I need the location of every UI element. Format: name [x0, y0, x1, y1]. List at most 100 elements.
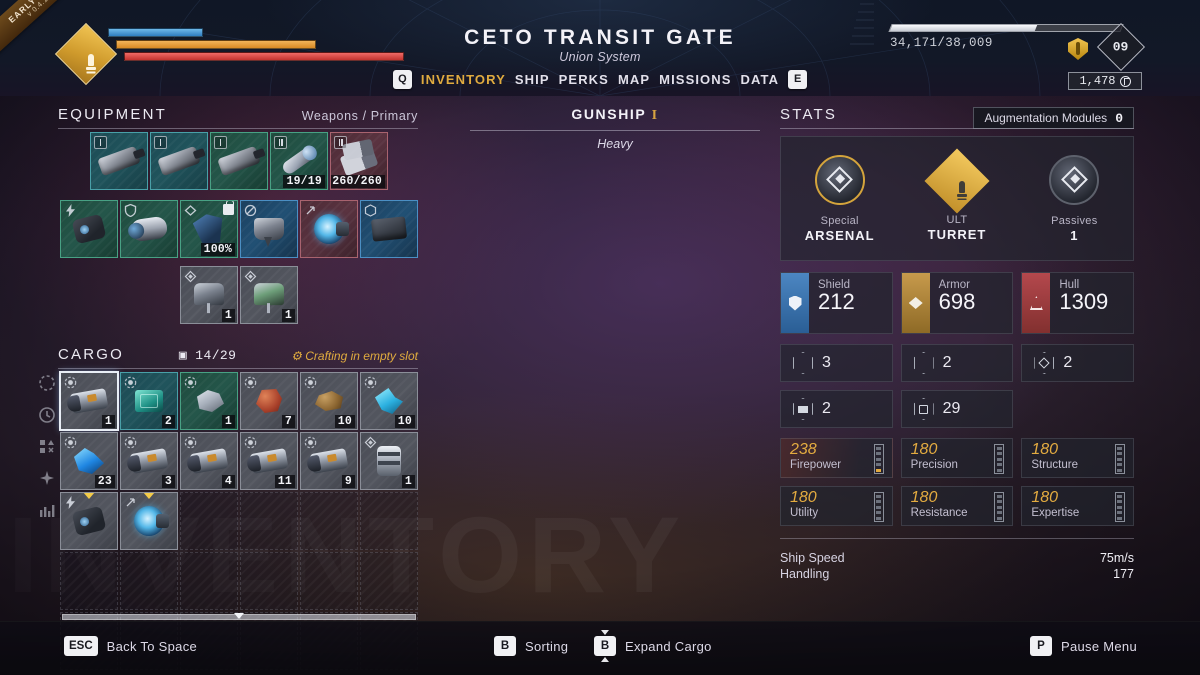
empty-cargo-slot[interactable]: [240, 492, 298, 550]
tab-data[interactable]: DATA: [741, 72, 780, 87]
fuel-cell[interactable]: 1: [59, 371, 119, 431]
empty-cargo-slot[interactable]: [360, 492, 418, 550]
rare-filter-icon[interactable]: [38, 470, 56, 488]
cargo-title: CARGO: [58, 346, 125, 363]
reactor-spare[interactable]: [60, 492, 118, 550]
tab-inventory[interactable]: INVENTORY: [421, 72, 506, 87]
armor-plating[interactable]: 100%: [180, 200, 238, 258]
empty-cargo-slot[interactable]: [300, 552, 358, 610]
empty-cargo-slot[interactable]: [180, 552, 238, 610]
empty-cargo-slot[interactable]: [60, 552, 118, 610]
item-quantity: 1: [221, 309, 235, 322]
shield-generator[interactable]: [120, 200, 178, 258]
pause-key: P: [1030, 636, 1052, 656]
data-chip[interactable]: 2: [120, 372, 178, 430]
armor-value: 698: [938, 289, 976, 314]
bars-2-icon: [913, 352, 934, 374]
primary-weapon-count-value: 3: [822, 354, 831, 371]
recent-filter-icon[interactable]: [38, 406, 56, 424]
tab-perks[interactable]: PERKS: [559, 72, 609, 87]
loadout-special[interactable]: Special ARSENAL: [790, 154, 890, 243]
circle-icon: [124, 376, 137, 389]
slot-hatching: [301, 493, 357, 549]
augmentation-modules-count: 0: [1115, 110, 1123, 126]
primary-weapon-1[interactable]: [90, 132, 148, 190]
boost-icon: [304, 204, 317, 217]
energy-core[interactable]: [300, 200, 358, 258]
equipment-header: EQUIPMENT Weapons / Primary: [58, 106, 418, 129]
item-art: [377, 446, 401, 476]
nav-next-key[interactable]: E: [788, 69, 808, 89]
item-quantity: 3: [161, 475, 175, 488]
tab-map[interactable]: MAP: [618, 72, 650, 87]
back-to-space-label: Back To Space: [106, 638, 198, 654]
cargo-capacity: ▣ 14/29: [179, 348, 236, 363]
precision-pips: [994, 444, 1005, 474]
tier-badge: [274, 136, 287, 149]
brown-ore[interactable]: 10: [300, 372, 358, 430]
equipment-title: EQUIPMENT: [58, 106, 167, 123]
stats-filter-icon[interactable]: [38, 502, 56, 520]
empty-cargo-slot[interactable]: [120, 552, 178, 610]
expertise-card: 180 Expertise: [1021, 486, 1134, 526]
item-quantity: 2: [161, 415, 175, 428]
hint-back-to-space[interactable]: ESC Back To Space: [64, 636, 197, 656]
thruster-module[interactable]: [240, 200, 298, 258]
fuel-cell-e[interactable]: 9: [300, 432, 358, 490]
empty-cargo-slot[interactable]: [240, 552, 298, 610]
tab-ship[interactable]: SHIP: [515, 72, 550, 87]
resources-filter-icon[interactable]: [38, 438, 56, 456]
slot-hatching: [181, 493, 237, 549]
loadout-ult[interactable]: ULT TURRET: [907, 147, 1007, 242]
reactor-module[interactable]: [60, 200, 118, 258]
fuel-cell-c[interactable]: 4: [180, 432, 238, 490]
hint-sorting[interactable]: B Sorting: [494, 636, 568, 656]
item-quantity: 1: [221, 415, 235, 428]
cargo-slot-count: 29: [900, 390, 1014, 428]
fuel-cell-b[interactable]: 3: [120, 432, 178, 490]
item-quantity: 4: [221, 475, 235, 488]
loadout-passives[interactable]: Passives 1: [1024, 154, 1124, 243]
fuel-cell-d[interactable]: 11: [240, 432, 298, 490]
missile-launcher[interactable]: 19/19: [270, 132, 328, 190]
augmentation-modules-tab[interactable]: Augmentation Modules 0: [973, 107, 1134, 129]
circle-icon: [364, 376, 377, 389]
canister[interactable]: 1: [360, 432, 418, 490]
secondary-weapon-count-value: 2: [942, 354, 952, 371]
rocket-pod[interactable]: 260/260: [330, 132, 388, 190]
circle-icon: [244, 436, 257, 449]
utility-pips: [873, 492, 884, 522]
cyan-crystal[interactable]: 10: [360, 372, 418, 430]
slot-hatching: [61, 553, 117, 609]
hint-pause-menu[interactable]: P Pause Menu: [1030, 636, 1137, 656]
nav-prev-key[interactable]: Q: [392, 69, 412, 89]
item-art: [134, 506, 169, 536]
cargo-slot-count-value: 29: [942, 400, 961, 417]
tab-missions[interactable]: MISSIONS: [659, 72, 731, 87]
empty-cargo-slot[interactable]: [360, 552, 418, 610]
red-ore[interactable]: 7: [240, 372, 298, 430]
support-drone-1[interactable]: 1: [180, 266, 238, 324]
shield-icon: [124, 203, 137, 218]
scrap-metal[interactable]: 1: [180, 372, 238, 430]
cargo-scrollbar[interactable]: [62, 613, 416, 620]
empty-cargo-slot[interactable]: [300, 492, 358, 550]
primary-weapon-2[interactable]: [150, 132, 208, 190]
crafting-note: ⚙ Crafting in empty slot: [291, 349, 418, 363]
empty-cargo-slot[interactable]: [180, 492, 238, 550]
handling-value: 177: [1113, 567, 1134, 581]
gem-icon-passive: [1060, 166, 1088, 193]
item-quantity: 7: [281, 415, 295, 428]
primary-weapon-3[interactable]: [210, 132, 268, 190]
all-filter-icon[interactable]: [38, 374, 56, 392]
passives-icon: [1049, 154, 1100, 205]
energy-core-spare[interactable]: [120, 492, 178, 550]
expand-cargo-key: B: [594, 636, 616, 656]
hint-expand-cargo[interactable]: B Expand Cargo: [594, 636, 712, 656]
cube-icon: [913, 398, 934, 420]
cargo-scrollbar-thumb[interactable]: [234, 613, 244, 619]
blue-crystal[interactable]: 23: [60, 432, 118, 490]
slot-hatching: [361, 553, 417, 609]
support-drone-2[interactable]: 1: [240, 266, 298, 324]
cargo-module[interactable]: [360, 200, 418, 258]
